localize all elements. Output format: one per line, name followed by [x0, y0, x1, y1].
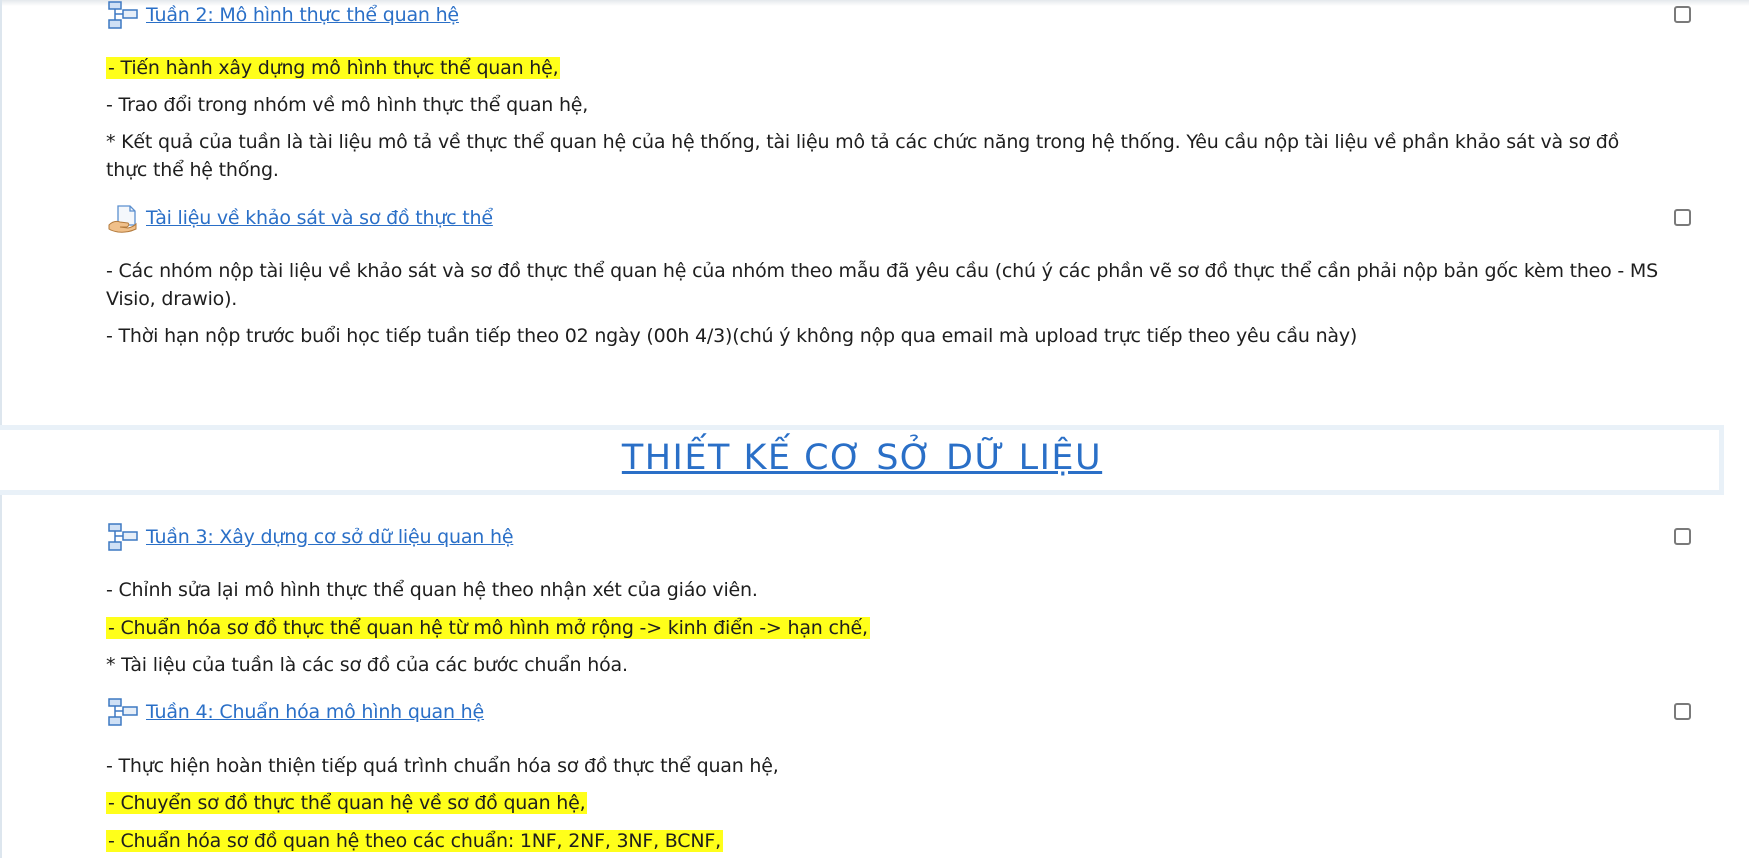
completion-checkbox-week3[interactable] — [1674, 528, 1691, 545]
week3-line-1: - Chỉnh sửa lại mô hình thực thể quan hệ… — [106, 579, 758, 601]
assignment-hand-icon — [108, 203, 138, 233]
section-banner: THIẾT KẾ CƠ SỞ DỮ LIỆU — [0, 425, 1724, 495]
week3-link[interactable]: Tuần 3: Xây dựng cơ sở dữ liệu quan hệ — [146, 526, 514, 548]
assignment-line-2: - Thời hạn nộp trước buổi học tiếp tuần … — [106, 325, 1358, 347]
week4-link[interactable]: Tuần 4: Chuẩn hóa mô hình quan hệ — [146, 701, 484, 723]
week4-line-1: - Thực hiện hoàn thiện tiếp quá trình ch… — [106, 755, 779, 777]
week3-line-2: - Chuẩn hóa sơ đồ thực thể quan hệ từ mô… — [106, 617, 870, 639]
activity-assignment[interactable]: Tài liệu về khảo sát và sơ đồ thực thể — [108, 200, 493, 236]
week4-line-2: - Chuyển sơ đồ thực thể quan hệ về sơ đồ… — [106, 792, 588, 814]
assignment-line-1: - Các nhóm nộp tài liệu về khảo sát và s… — [106, 260, 1658, 310]
week2-link[interactable]: Tuần 2: Mô hình thực thể quan hệ — [146, 4, 459, 26]
assignment-link[interactable]: Tài liệu về khảo sát và sơ đồ thực thể — [146, 207, 493, 229]
page-structure-icon — [108, 0, 138, 30]
activity-week2[interactable]: Tuần 2: Mô hình thực thể quan hệ — [108, 0, 459, 33]
week2-line-2: - Trao đổi trong nhóm về mô hình thực th… — [106, 94, 589, 116]
section-title[interactable]: THIẾT KẾ CƠ SỞ DỮ LIỆU — [0, 438, 1724, 478]
activity-week3[interactable]: Tuần 3: Xây dựng cơ sở dữ liệu quan hệ — [108, 519, 514, 555]
week4-line-3: - Chuẩn hóa sơ đồ quan hệ theo các chuẩn… — [106, 830, 723, 852]
completion-checkbox-assignment[interactable] — [1674, 209, 1691, 226]
completion-checkbox-week4[interactable] — [1674, 703, 1691, 720]
activity-week4[interactable]: Tuần 4: Chuẩn hóa mô hình quan hệ — [108, 694, 484, 730]
completion-checkbox-week2[interactable] — [1674, 6, 1691, 23]
page-structure-icon — [108, 697, 138, 727]
week2-line-1: - Tiến hành xây dựng mô hình thực thể qu… — [106, 57, 561, 79]
page-structure-icon — [108, 522, 138, 552]
week3-line-3: * Tài liệu của tuần là các sơ đồ của các… — [106, 654, 628, 676]
week2-line-3: * Kết quả của tuần là tài liệu mô tả về … — [106, 131, 1620, 181]
